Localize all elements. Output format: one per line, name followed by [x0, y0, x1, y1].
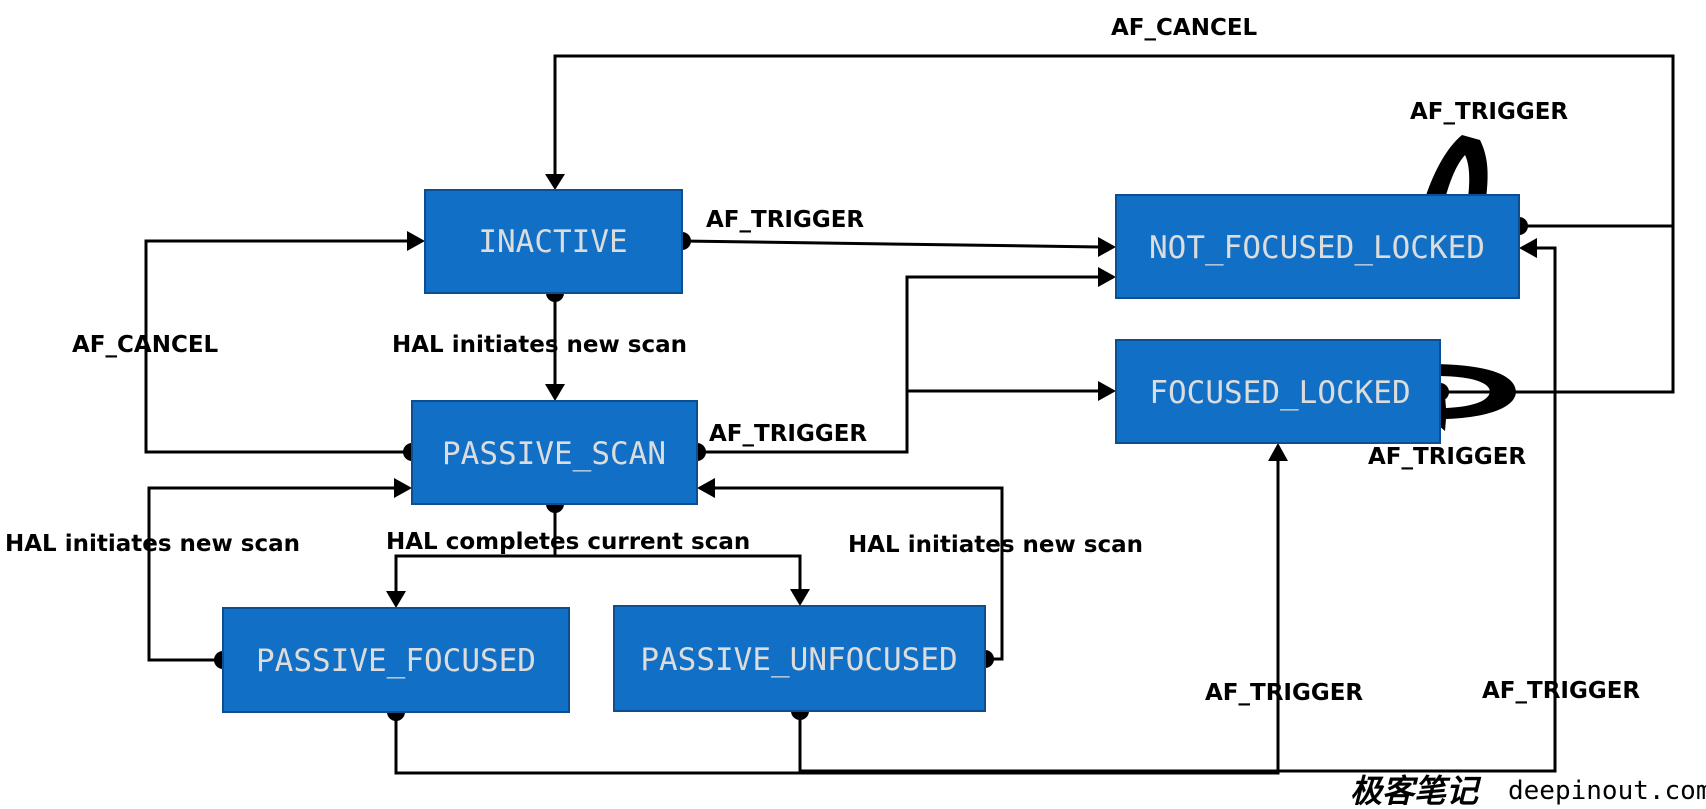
state-diagram: INACTIVE PASSIVE_SCAN PASSIVE_FOCUSED PA…	[5, 15, 1706, 809]
label-af-trigger-self-nfl: AF_TRIGGER	[1410, 99, 1568, 125]
label-hal-initiates-unfocused: HAL initiates new scan	[848, 532, 1143, 558]
arrowhead-scan-right	[697, 478, 715, 498]
label-hal-initiates-inactive: HAL initiates new scan	[392, 332, 687, 358]
arrowhead-scan-top	[545, 384, 565, 401]
state-passive-unfocused-label: PASSIVE_UNFOCUSED	[640, 642, 957, 678]
state-passive-scan: PASSIVE_SCAN	[411, 400, 698, 505]
state-passive-unfocused: PASSIVE_UNFOCUSED	[613, 605, 986, 712]
state-passive-focused-label: PASSIVE_FOCUSED	[256, 643, 536, 679]
state-focused-locked: FOCUSED_LOCKED	[1115, 339, 1441, 444]
state-passive-focused: PASSIVE_FOCUSED	[222, 607, 570, 713]
arrowhead-scan-left	[394, 478, 412, 498]
arrowhead-unfocused-top	[790, 589, 810, 606]
arrowhead-fl-bottom	[1268, 443, 1288, 461]
label-af-trigger-bottom-nfl: AF_TRIGGER	[1482, 678, 1640, 704]
arrowhead-inactive-left	[407, 231, 425, 251]
arrowhead-nfl-left-1	[1098, 237, 1116, 257]
label-af-trigger-inactive: AF_TRIGGER	[706, 207, 864, 233]
state-inactive: INACTIVE	[424, 189, 683, 294]
label-af-trigger-bottom-fl: AF_TRIGGER	[1205, 680, 1363, 706]
edge-inactive-to-nfl	[681, 239, 1101, 249]
label-hal-initiates-focused: HAL initiates new scan	[5, 531, 300, 557]
watermark-chinese: 极客笔记	[1350, 772, 1482, 809]
state-focused-locked-label: FOCUSED_LOCKED	[1149, 375, 1410, 411]
label-af-trigger-self-fl: AF_TRIGGER	[1368, 444, 1526, 470]
state-not-focused-locked-label: NOT_FOCUSED_LOCKED	[1149, 230, 1485, 266]
arrowhead-nfl-right	[1519, 238, 1537, 258]
arrowhead-focused-top	[386, 591, 406, 608]
watermark-site: deepinout.com	[1508, 776, 1706, 806]
label-hal-completes: HAL completes current scan	[386, 529, 750, 555]
arrowhead-inactive-top	[545, 174, 565, 190]
state-passive-scan-label: PASSIVE_SCAN	[442, 436, 666, 472]
state-not-focused-locked: NOT_FOCUSED_LOCKED	[1115, 194, 1520, 299]
label-af-cancel-left: AF_CANCEL	[72, 332, 219, 358]
arrowhead-nfl-left-2	[1098, 267, 1116, 287]
state-inactive-label: INACTIVE	[478, 224, 627, 260]
label-af-cancel-top: AF_CANCEL	[1111, 15, 1258, 41]
label-af-trigger-scan: AF_TRIGGER	[709, 421, 867, 447]
arrowhead-fl-left	[1098, 381, 1116, 401]
